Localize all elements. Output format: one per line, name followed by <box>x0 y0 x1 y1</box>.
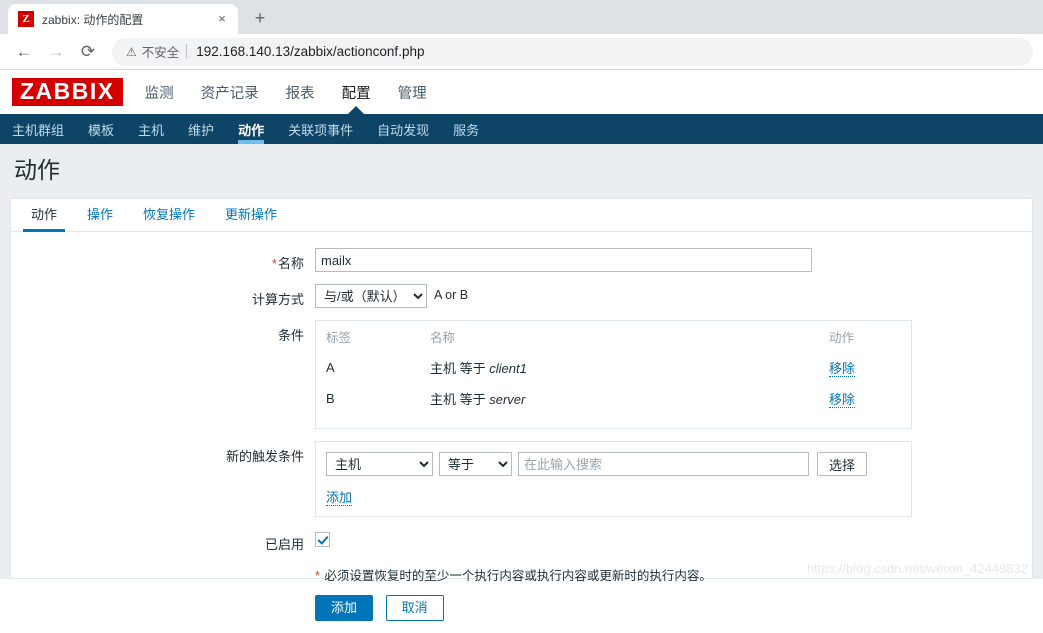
condition-action-a: 移除 <box>819 352 911 383</box>
action-form-card: 动作 操作 恢复操作 更新操作 *名称 计算方式 与/或（默认） <box>10 198 1033 621</box>
enabled-checkbox[interactable] <box>315 532 330 547</box>
required-marker: * <box>315 569 320 583</box>
add-condition-link-wrap: 添加 <box>326 487 901 506</box>
calc-method-select[interactable]: 与/或（默认） <box>315 284 427 308</box>
divider <box>186 44 188 59</box>
table-row: A 主机 等于 client1 移除 <box>316 352 911 383</box>
tab-recovery-operations[interactable]: 恢复操作 <box>135 204 203 231</box>
name-label: *名称 <box>11 248 315 272</box>
field-row-conditions: 条件 标签 名称 动作 A 主机 等于 client1 移除 B 主机 等于 s… <box>11 320 1032 429</box>
browser-tabstrip: Z zabbix: 动作的配置 × + <box>0 0 1043 34</box>
table-header-row: 标签 名称 动作 <box>316 321 911 352</box>
page-header: 动作 <box>0 144 1043 192</box>
remove-link[interactable]: 移除 <box>829 392 856 408</box>
condition-name-a: 主机 等于 client1 <box>420 352 819 383</box>
reload-icon[interactable]: ⟳ <box>74 38 102 66</box>
cancel-button[interactable]: 取消 <box>385 595 444 621</box>
back-icon[interactable]: ← <box>10 38 38 66</box>
form-actions-row: 添加 取消 <box>11 595 1032 621</box>
condition-label-a: A <box>326 360 335 375</box>
browser-toolbar: ← → ⟳ ⚠ 不安全 192.168.140.13/zabbix/action… <box>0 34 1043 70</box>
required-marker: * <box>271 256 277 271</box>
add-button[interactable]: 添加 <box>315 595 374 621</box>
page-title: 动作 <box>14 157 60 183</box>
form-hint: * 必须设置恢复时的至少一个执行内容或执行内容或更新时的执行内容。 <box>315 565 712 584</box>
table-spacer-row <box>316 414 911 428</box>
sub-navigation: 主机群组 模板 主机 维护 动作 关联项事件 自动发现 服务 <box>0 114 1043 144</box>
top-navigation: 监测 资产记录 报表 配置 管理 <box>145 70 454 114</box>
top-nav-monitoring[interactable]: 监测 <box>145 70 174 114</box>
condition-value: client1 <box>489 361 527 376</box>
condition-operator-select[interactable]: 等于 <box>439 452 512 476</box>
condition-value: server <box>489 392 526 407</box>
new-condition-box: 主机 等于 选择 添加 <box>315 441 912 517</box>
content-area: 动作 操作 恢复操作 更新操作 *名称 计算方式 与/或（默认） <box>0 192 1043 621</box>
condition-prefix: 主机 等于 <box>430 361 490 376</box>
condition-prefix: 主机 等于 <box>430 392 490 407</box>
form-tabs: 动作 操作 恢复操作 更新操作 <box>11 199 1032 232</box>
url-text: 192.168.140.13/zabbix/actionconf.php <box>196 44 425 59</box>
col-header-name: 名称 <box>430 331 456 345</box>
conditions-table: 标签 名称 动作 A 主机 等于 client1 移除 B 主机 等于 serv… <box>316 321 911 428</box>
condition-type-select[interactable]: 主机 <box>326 452 433 476</box>
subnav-host-groups[interactable]: 主机群组 <box>12 114 64 144</box>
field-row-calc-method: 计算方式 与/或（默认） A or B <box>11 284 1032 308</box>
name-label-text: 名称 <box>277 256 304 271</box>
subnav-maintenance[interactable]: 维护 <box>188 114 214 144</box>
conditions-label: 条件 <box>277 328 304 343</box>
address-bar[interactable]: ⚠ 不安全 192.168.140.13/zabbix/actionconf.p… <box>112 37 1033 66</box>
condition-label-b: B <box>326 391 335 406</box>
add-condition-link[interactable]: 添加 <box>326 490 353 506</box>
tab-operations[interactable]: 操作 <box>79 204 121 231</box>
top-nav-inventory[interactable]: 资产记录 <box>201 70 259 114</box>
security-status-label: 不安全 <box>141 46 180 60</box>
tab-update-operations[interactable]: 更新操作 <box>217 204 285 231</box>
subnav-templates[interactable]: 模板 <box>88 114 114 144</box>
enabled-label: 已启用 <box>264 537 304 552</box>
subnav-event-correlation[interactable]: 关联项事件 <box>288 114 353 144</box>
field-row-new-condition: 新的触发条件 主机 等于 选择 <box>11 441 1032 517</box>
subnav-discovery[interactable]: 自动发现 <box>377 114 429 144</box>
condition-name-b: 主机 等于 server <box>420 383 819 414</box>
col-header-action: 动作 <box>829 331 855 345</box>
watermark: https://blog.csdn.net/weixin_42449832 <box>806 561 1028 576</box>
close-icon[interactable]: × <box>214 11 230 27</box>
calc-method-label: 计算方式 <box>251 292 304 307</box>
remove-link[interactable]: 移除 <box>829 361 856 377</box>
top-nav-configuration[interactable]: 配置 <box>342 70 371 114</box>
new-condition-label: 新的触发条件 <box>225 449 304 464</box>
field-row-name: *名称 <box>11 248 1032 272</box>
browser-tab[interactable]: Z zabbix: 动作的配置 × <box>8 4 238 34</box>
new-condition-row: 主机 等于 选择 <box>326 452 901 476</box>
spacer <box>316 414 911 428</box>
subnav-services[interactable]: 服务 <box>453 114 479 144</box>
conditions-table-box: 标签 名称 动作 A 主机 等于 client1 移除 B 主机 等于 serv… <box>315 320 912 429</box>
col-header-label: 标签 <box>326 331 352 345</box>
top-nav-reports[interactable]: 报表 <box>286 70 315 114</box>
calc-expression-text: A or B <box>434 288 469 302</box>
condition-action-b: 移除 <box>819 383 911 414</box>
warning-triangle-icon: ⚠ <box>126 44 137 59</box>
tab-action[interactable]: 动作 <box>23 204 66 232</box>
zabbix-favicon-icon: Z <box>18 11 34 27</box>
field-row-enabled: 已启用 <box>11 529 1032 553</box>
browser-chrome: Z zabbix: 动作的配置 × + ← → ⟳ ⚠ 不安全 192.168.… <box>0 0 1043 70</box>
form-buttons: 添加 取消 <box>315 595 444 621</box>
table-row: B 主机 等于 server 移除 <box>316 383 911 414</box>
top-nav-administration[interactable]: 管理 <box>398 70 427 114</box>
browser-tab-title: zabbix: 动作的配置 <box>42 12 144 27</box>
subnav-actions[interactable]: 动作 <box>238 114 265 144</box>
select-button[interactable]: 选择 <box>817 452 868 476</box>
zabbix-logo[interactable]: ZABBIX <box>12 78 123 106</box>
condition-search-input[interactable] <box>518 452 809 476</box>
new-tab-button[interactable]: + <box>246 4 274 32</box>
forward-icon[interactable]: → <box>42 38 70 66</box>
app-header: ZABBIX 监测 资产记录 报表 配置 管理 <box>0 70 1043 114</box>
form-hint-text: 必须设置恢复时的至少一个执行内容或执行内容或更新时的执行内容。 <box>324 569 712 583</box>
name-input[interactable] <box>315 248 812 272</box>
subnav-hosts[interactable]: 主机 <box>138 114 164 144</box>
